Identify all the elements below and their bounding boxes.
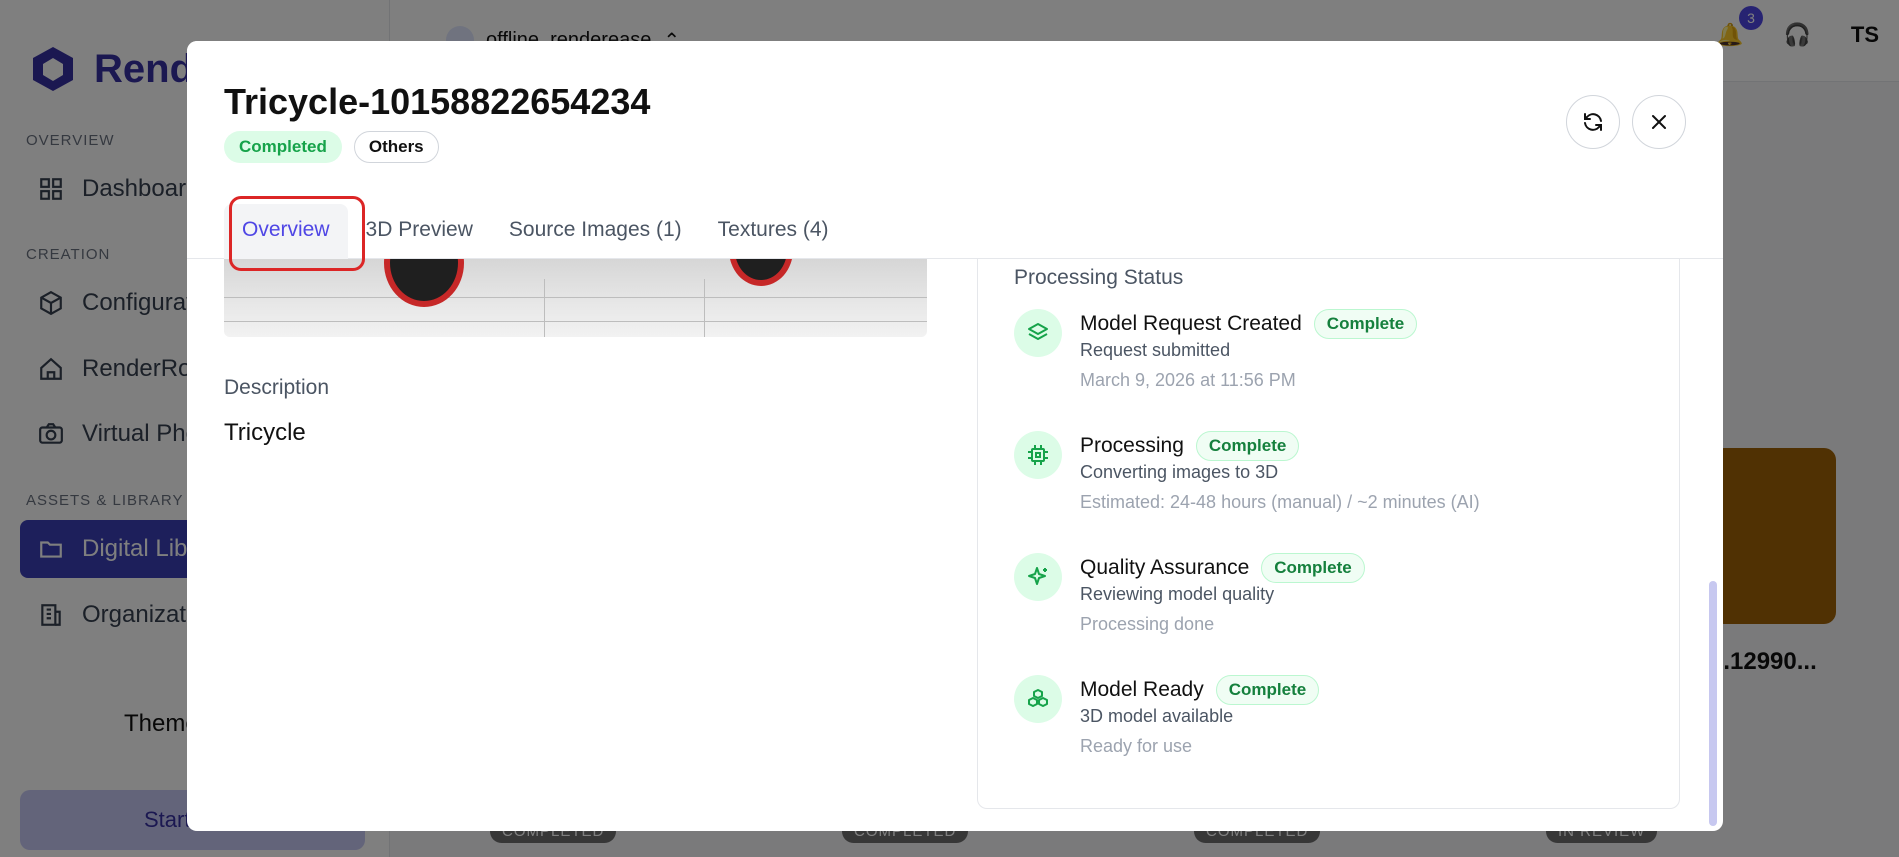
tab-textures[interactable]: Textures (4) <box>700 204 847 259</box>
step-name: Model Ready Complete <box>1080 675 1320 705</box>
tab-3d-preview[interactable]: 3D Preview <box>348 204 491 259</box>
step-subtitle: Reviewing model quality <box>1080 584 1275 604</box>
step-title: Processing <box>1080 434 1184 457</box>
step-complete-badge: Complete <box>1261 553 1365 583</box>
processing-status-title: Processing Status <box>1014 266 1184 289</box>
step-subtitle: Converting images to 3D <box>1080 462 1279 482</box>
step-detail: Estimated: 24-48 hours (manual) / ~2 min… <box>1080 492 1480 512</box>
refresh-icon <box>1584 113 1602 131</box>
step-name: Processing Complete <box>1080 431 1300 461</box>
model-detail-modal: Tricycle-10158822654234 Completed Others… <box>187 41 1723 831</box>
step-subtitle: Request submitted <box>1080 340 1231 360</box>
step-title: Quality Assurance <box>1080 556 1250 579</box>
step-detail: Processing done <box>1080 614 1215 634</box>
step-title: Model Ready <box>1080 678 1204 701</box>
tab-source-images[interactable]: Source Images (1) <box>491 204 700 259</box>
description-value: Tricycle <box>224 419 306 446</box>
refresh-button[interactable] <box>1566 95 1620 149</box>
step-complete-badge: Complete <box>1313 309 1418 339</box>
processing-status-panel: Processing Status Model Request Created … <box>977 249 1680 809</box>
modal-title: Tricycle-10158822654234 <box>224 81 651 122</box>
step-subtitle: 3D model available <box>1080 706 1234 726</box>
step-detail: March 9, 2026 at 11:56 PM <box>1080 370 1296 390</box>
step-detail: Ready for use <box>1080 736 1193 756</box>
description-label: Description <box>224 376 330 399</box>
close-button[interactable] <box>1632 95 1686 149</box>
sparkle-icon <box>1014 553 1062 601</box>
modal-body: Description Tricycle Processing Status M… <box>187 249 1723 831</box>
modal-header: Tricycle-10158822654234 Completed Others… <box>187 41 1723 259</box>
step-name: Quality Assurance Complete <box>1080 553 1365 583</box>
step-name: Model Request Created Complete <box>1080 309 1418 339</box>
boxes-icon <box>1014 675 1062 723</box>
step-complete-badge: Complete <box>1215 675 1320 705</box>
layers-icon <box>1014 309 1062 357</box>
cpu-icon <box>1014 431 1062 479</box>
modal-scrollbar[interactable] <box>1709 581 1717 826</box>
status-badge: Completed <box>224 131 342 163</box>
tab-highlight-annotation <box>229 196 365 271</box>
step-complete-badge: Complete <box>1195 431 1300 461</box>
close-icon <box>1652 115 1666 129</box>
modal-badges: Completed Others <box>224 131 439 163</box>
category-badge: Others <box>353 131 439 163</box>
step-title: Model Request Created <box>1080 312 1302 335</box>
